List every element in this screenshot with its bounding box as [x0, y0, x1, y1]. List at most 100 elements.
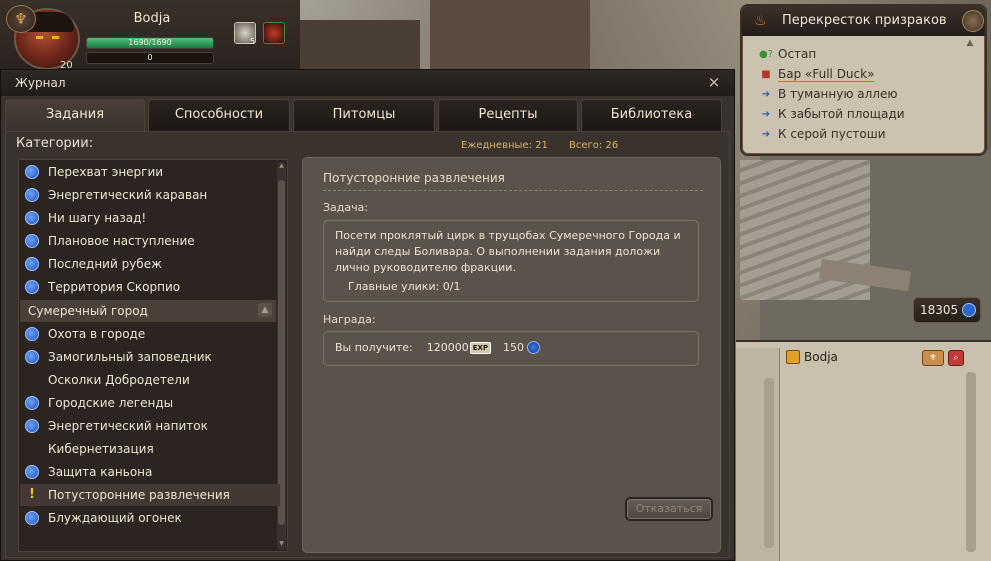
task-box: Посети проклятый цирк в трущобах Сумереч… [323, 220, 699, 302]
empty-icon [25, 373, 39, 387]
tab-quests[interactable]: Задания [5, 99, 145, 133]
debuff-icon[interactable] [263, 22, 285, 44]
quest-item[interactable]: Ни шагу назад! [25, 207, 146, 229]
chat-panel: Bodja ⚜ ⌕ [736, 340, 991, 561]
empty-icon [25, 442, 39, 456]
tab-recipes[interactable]: Рецепты [438, 99, 578, 131]
quest-title: Потусторонние развлечения [323, 171, 505, 185]
daily-count: Ежедневные: 21 [461, 140, 548, 151]
quest-item[interactable]: Осколки Добродетели [25, 369, 190, 391]
energy-bar: 0 [86, 52, 214, 64]
categories-label: Категории: [16, 136, 94, 151]
quest-item[interactable]: Городские легенды [25, 392, 173, 414]
divider [323, 190, 703, 191]
quest-item[interactable]: Защита каньона [25, 461, 152, 483]
money-value: 18305 [920, 303, 959, 317]
category-header[interactable]: Сумеречный город ▲ [20, 300, 276, 322]
quest-item[interactable]: Территория Скорпио [25, 276, 180, 298]
game-menu-icon[interactable]: ♆ [6, 5, 36, 33]
gem-icon [527, 341, 541, 354]
beer-icon [786, 350, 800, 364]
decline-button[interactable]: Отказаться [625, 497, 713, 521]
task-text: Посети проклятый цирк в трущобах Сумереч… [335, 229, 681, 274]
npc-icon: ●? [758, 48, 774, 60]
quest-icon [25, 396, 39, 410]
scroll-up-icon[interactable]: ▲ [962, 38, 978, 52]
location-item-exit[interactable]: ➜ К забытой площади [758, 104, 905, 124]
tab-library[interactable]: Библиотека [581, 99, 722, 131]
search-button[interactable]: ⌕ [948, 350, 964, 366]
quest-item[interactable]: ! Потусторонние развлечения [20, 484, 280, 506]
quest-item-label: Потусторонние развлечения [48, 488, 230, 502]
task-label: Задача: [323, 201, 369, 214]
map-icon[interactable] [962, 10, 984, 32]
scroll-down-icon[interactable]: ▼ [277, 540, 286, 550]
location-item-npc[interactable]: ●? Остап [758, 44, 905, 64]
online-user[interactable]: Bodja [786, 350, 838, 364]
clan-filter-button[interactable]: ⚜ [922, 350, 944, 366]
scrollbar-thumb[interactable] [278, 180, 285, 525]
quest-item[interactable]: Энергетический караван [25, 184, 207, 206]
quest-item-label: Кибернетизация [48, 442, 154, 456]
quest-item-label: Охота в городе [48, 327, 146, 341]
quest-item[interactable]: Блуждающий огонек [25, 507, 182, 529]
location-item-exit[interactable]: ➜ В туманную аллею [758, 84, 905, 104]
reward-gem-value: 150 [503, 341, 525, 354]
quest-item-label: Территория Скорпио [48, 280, 181, 294]
user-list-scrollbar[interactable] [966, 372, 976, 552]
tab-pets[interactable]: Питомцы [293, 99, 435, 131]
gem-icon [962, 303, 976, 317]
quest-item-label: Ни шагу назад! [48, 211, 147, 225]
quest-icon [25, 257, 39, 271]
quest-item[interactable]: Плановое наступление [25, 230, 195, 252]
player-name[interactable]: Bodja [88, 11, 216, 26]
journal-titlebar[interactable]: Журнал × [1, 70, 734, 96]
quest-icon [25, 350, 39, 364]
money-counter: 18305 [913, 297, 981, 323]
chat-scrollbar[interactable] [764, 378, 774, 548]
quest-item-label: Блуждающий огонек [48, 511, 182, 525]
arrow-icon: ➜ [761, 108, 771, 120]
quest-item-label: Городские легенды [48, 396, 174, 410]
quest-item[interactable]: Перехват энергии [25, 161, 163, 183]
energy-value: 0 [147, 53, 153, 62]
scroll-up-icon[interactable]: ▲ [277, 162, 286, 172]
location-panel: ♨ Перекресток призраков ▲ ●? Остап ■ Бар… [740, 4, 987, 156]
journal-title: Журнал [15, 76, 66, 90]
location-item-label: Бар «Full Duck» [778, 67, 875, 81]
quest-item[interactable]: Замогильный заповедник [25, 346, 212, 368]
location-item-exit[interactable]: ➜ К серой пустоши [758, 124, 905, 144]
quest-icon [25, 511, 39, 525]
quest-item-label: Энергетический караван [48, 188, 208, 202]
quest-item[interactable]: Охота в городе [25, 323, 145, 345]
player-hud: ♆ 20 Bodja 1690/1690 0 5 [0, 0, 300, 71]
buff-count: 5 [250, 37, 256, 46]
online-user-name: Bodja [804, 350, 838, 364]
exp-icon: EXP [469, 341, 492, 354]
quest-item[interactable]: Кибернетизация [25, 438, 154, 460]
quest-list: ▲ ▼ Перехват энергии Энергетический карав… [18, 159, 288, 552]
exclamation-icon: ! [29, 487, 35, 502]
quest-icon [25, 419, 39, 433]
location-item-label: В туманную аллею [778, 87, 898, 101]
quest-item[interactable]: Энергетический напиток [25, 415, 208, 437]
quest-icon [25, 327, 39, 341]
collapse-icon[interactable]: ▲ [258, 303, 272, 317]
quest-icon [25, 280, 39, 294]
quest-icon [25, 188, 39, 202]
scene-building [430, 0, 590, 70]
close-icon[interactable]: × [705, 73, 723, 91]
location-item-bar[interactable]: ■ Бар «Full Duck» [758, 64, 905, 84]
portrait-eye [52, 36, 59, 39]
location-title: Перекресток призраков [782, 13, 947, 28]
total-count: Всего: 26 [569, 140, 619, 151]
journal-window: Журнал × Задания Способности Питомцы Рец… [0, 69, 735, 561]
quest-icon [25, 465, 39, 479]
task-progress: Главные улики: 0/1 [348, 280, 461, 293]
journal-content: Категории: Ежедневные: 21 Всего: 26 ▲ ▼ … [5, 131, 730, 558]
quest-item[interactable]: Последний рубеж [25, 253, 162, 275]
tab-abilities[interactable]: Способности [148, 99, 290, 131]
quest-item-label: Плановое наступление [48, 234, 195, 248]
health-bar: 1690/1690 [86, 37, 214, 49]
location-header: ♨ Перекресток призраков [742, 6, 985, 36]
